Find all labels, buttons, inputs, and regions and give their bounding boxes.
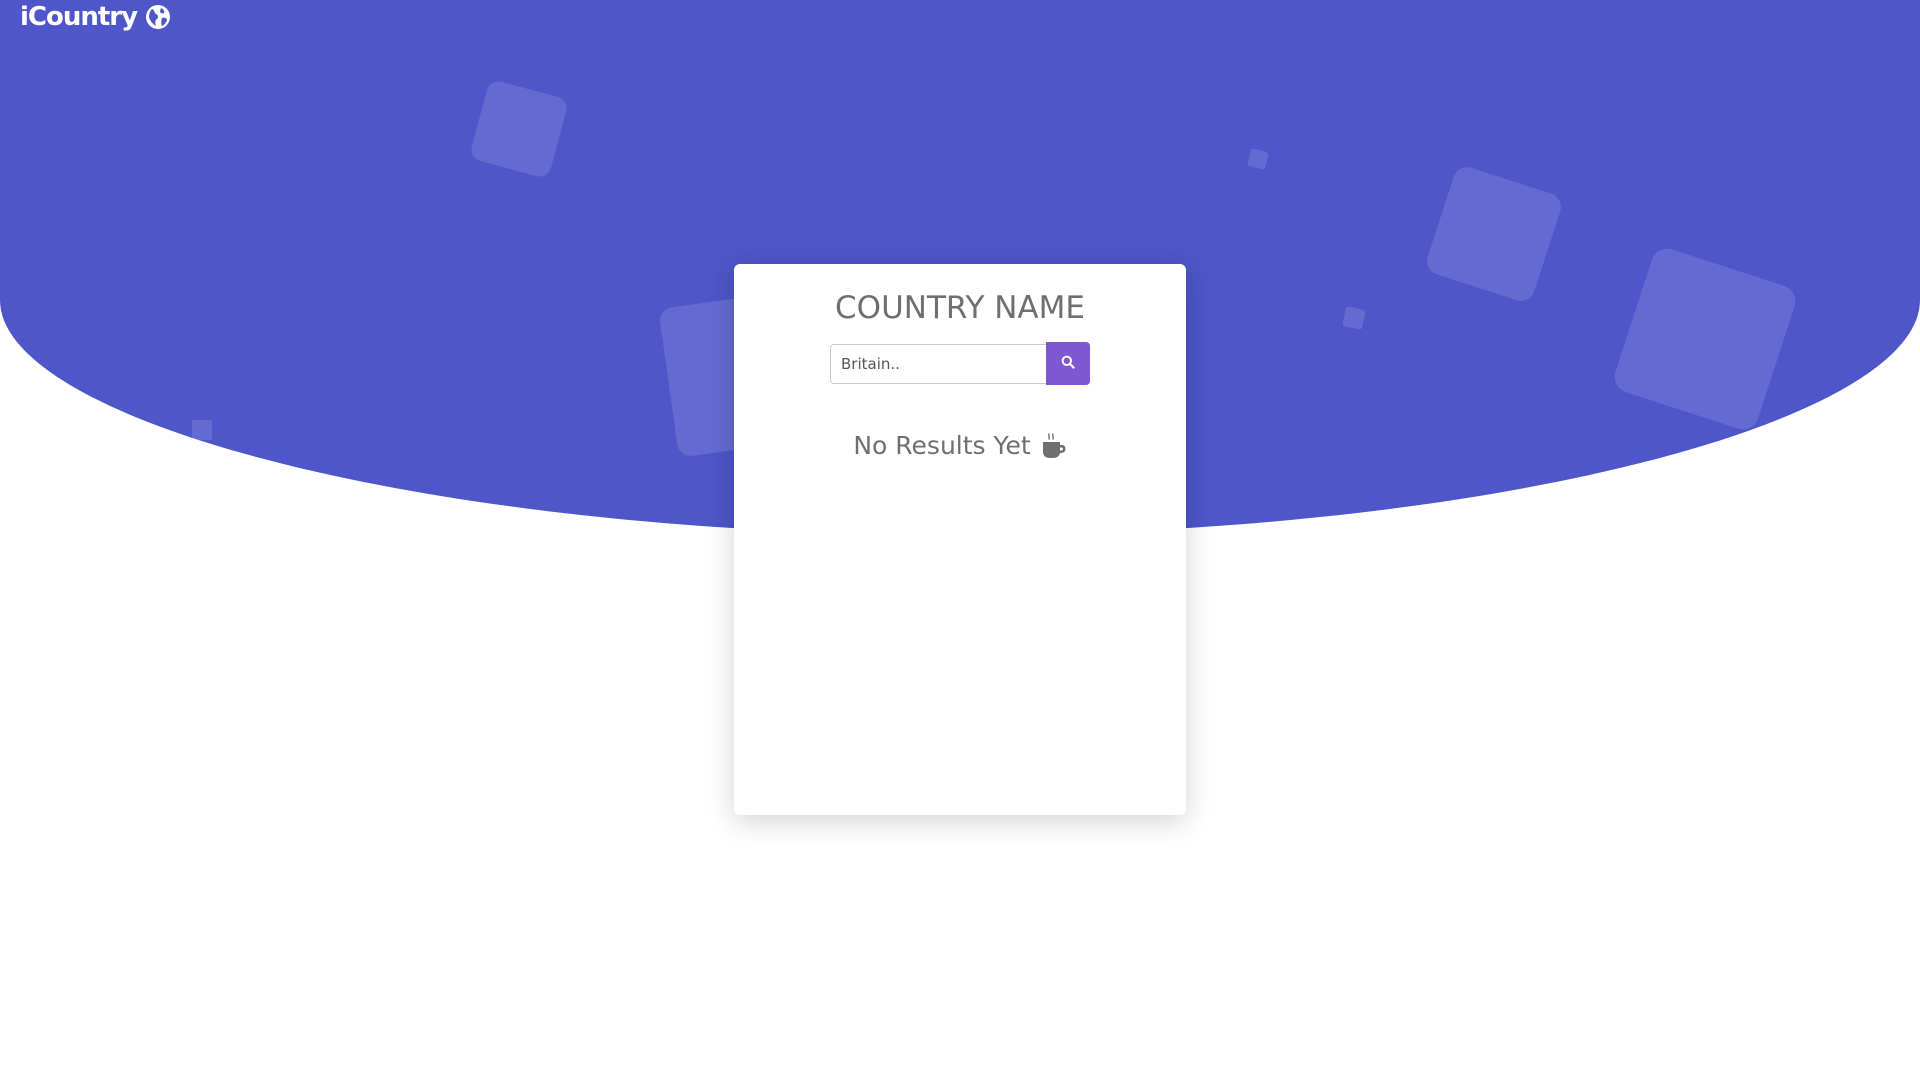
card-title: COUNTRY NAME xyxy=(835,290,1085,326)
brand-name: iCountry xyxy=(20,2,138,32)
page: iCountry COUNTRY NAME Britain.. No Resul… xyxy=(0,0,1920,1080)
decor-square xyxy=(1342,306,1366,330)
search-button[interactable] xyxy=(1046,342,1090,385)
empty-results-message: No Results Yet xyxy=(734,431,1186,460)
decor-square xyxy=(192,420,212,440)
search-card: COUNTRY NAME No Results Yet xyxy=(734,264,1186,815)
empty-results-text: No Results Yet xyxy=(853,431,1031,460)
search-icon xyxy=(1061,355,1075,372)
coffee-icon xyxy=(1041,432,1067,460)
brand-logo[interactable]: iCountry xyxy=(20,2,171,32)
country-search-input[interactable] xyxy=(830,343,1046,384)
globe-icon xyxy=(145,4,171,30)
search-bar xyxy=(734,342,1186,385)
